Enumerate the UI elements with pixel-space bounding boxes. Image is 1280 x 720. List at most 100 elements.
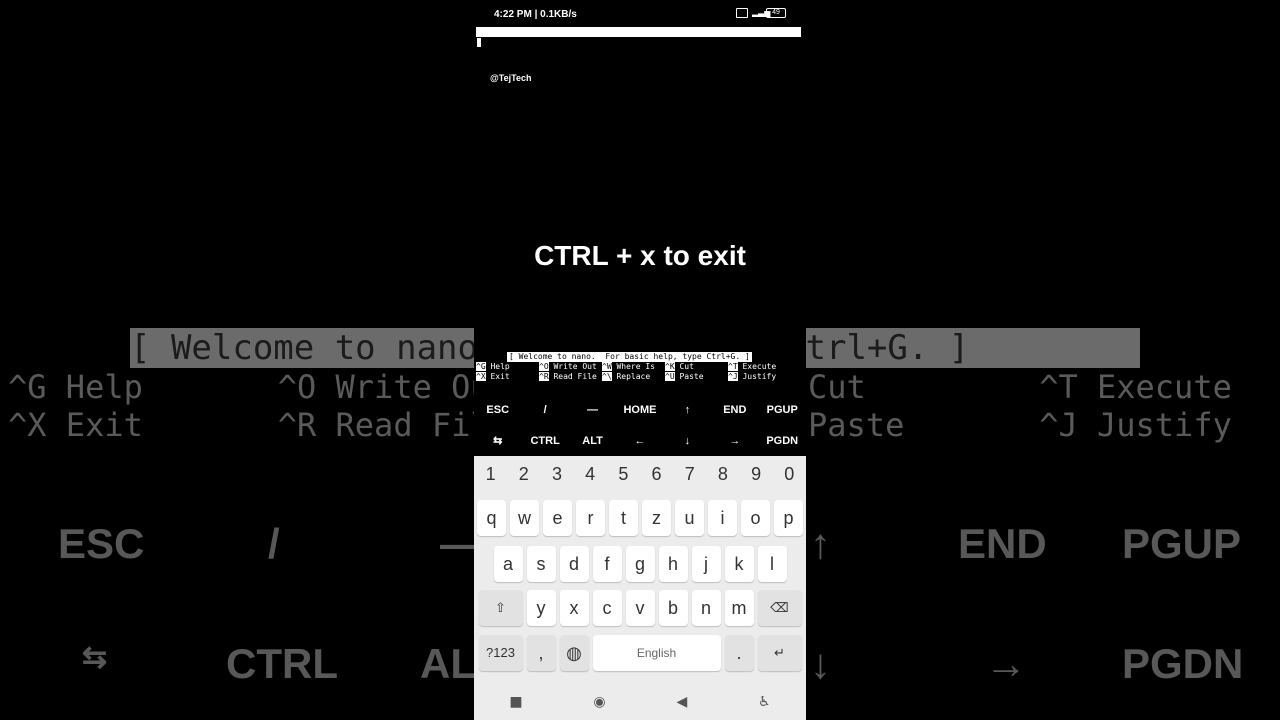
shortcut-write-out: ^O Write Out [539, 362, 597, 371]
key-9[interactable]: 9 [751, 464, 761, 485]
enter-icon[interactable]: ↵ [757, 635, 802, 671]
bg-key-pgup: PGUP [1122, 520, 1242, 567]
bg-key-up: ↑ [810, 520, 831, 567]
key-0[interactable]: 0 [784, 464, 794, 485]
key-j[interactable]: j [691, 546, 721, 582]
letter-row-3: ⇧ y x c v b n m ⌫ [474, 590, 806, 626]
key-4[interactable]: 4 [585, 464, 595, 485]
key-d[interactable]: d [559, 546, 589, 582]
sim-icon [736, 8, 748, 18]
key-i[interactable]: i [708, 500, 737, 536]
key-arrow-right[interactable]: → [711, 435, 758, 447]
key-l[interactable]: l [757, 546, 787, 582]
bg-key-tab: ⇆ [82, 641, 108, 674]
key-3[interactable]: 3 [552, 464, 562, 485]
key-t[interactable]: t [609, 500, 638, 536]
bottom-row: ?123 , ◍ English . ↵ [474, 635, 806, 671]
key-home[interactable]: HOME [616, 404, 663, 416]
spacebar[interactable]: English [592, 635, 721, 671]
bg-key-right: → [985, 640, 1027, 687]
key-ctrl[interactable]: CTRL [521, 435, 568, 447]
key-slash[interactable]: / [521, 404, 568, 416]
key-arrow-down[interactable]: ↓ [664, 435, 711, 447]
key-z[interactable]: z [642, 500, 671, 536]
shortcut-row: ^G Help ^O Write Out ^W Where Is ^K Cut … [476, 362, 806, 372]
key-r[interactable]: r [576, 500, 605, 536]
key-comma[interactable]: , [526, 635, 556, 671]
signal-icon: ▂▃▅ [752, 8, 771, 17]
key-y[interactable]: y [526, 590, 556, 626]
shortcut-replace: ^\ Replace [602, 372, 651, 381]
nano-version: GNU nano 7.1 [486, 37, 544, 46]
bg-key-esc: ESC [58, 520, 145, 567]
key-period[interactable]: . [724, 635, 754, 671]
shortcut-paste: ^U Paste [665, 372, 704, 381]
shortcut-row: ^X Exit ^R Read File ^\ Replace ^U Paste… [476, 372, 806, 382]
key-f[interactable]: f [592, 546, 622, 582]
key-arrow-left[interactable]: ← [616, 435, 663, 447]
status-time: 4:22 PM | 0.1KB/s [494, 9, 577, 20]
key-h[interactable]: h [658, 546, 688, 582]
key-tab[interactable]: ⇆ [474, 434, 521, 447]
recents-icon[interactable]: ■ [509, 694, 522, 710]
key-e[interactable]: e [543, 500, 572, 536]
key-q[interactable]: q [477, 500, 506, 536]
key-p[interactable]: p [774, 500, 803, 536]
bg-key-slash: / [268, 520, 280, 567]
bg-shortcuts-row2-left: ^X Exit ^R Read Fil [8, 406, 490, 444]
bg-shortcuts-row2-right: Paste ^J Justify [808, 406, 1232, 444]
key-w[interactable]: w [510, 500, 539, 536]
key-pgdn[interactable]: PGDN [759, 435, 806, 447]
symbols-key[interactable]: ?123 [478, 635, 523, 671]
bg-key-ctrl: CTRL [226, 640, 338, 687]
key-n[interactable]: n [691, 590, 721, 626]
number-row: 1 2 3 4 5 6 7 8 9 0 [474, 464, 806, 485]
key-m[interactable]: m [724, 590, 754, 626]
system-nav-bar: ■ ◉ ◀ ♿ [474, 684, 806, 720]
extra-keys-bar: ESC / — HOME ↑ END PGUP ⇆ CTRL ALT ← ↓ →… [474, 394, 806, 456]
key-v[interactable]: v [625, 590, 655, 626]
key-g[interactable]: g [625, 546, 655, 582]
bg-shortcuts-row1-left: ^G Help ^O Write Ou [8, 368, 490, 406]
key-b[interactable]: b [658, 590, 688, 626]
home-icon[interactable]: ◉ [593, 694, 605, 710]
key-2[interactable]: 2 [519, 464, 529, 485]
key-dash[interactable]: — [569, 404, 616, 416]
battery-icon: 49 [766, 8, 786, 18]
letter-row-2: a s d f g h j k l [474, 546, 806, 582]
key-a[interactable]: a [493, 546, 523, 582]
key-c[interactable]: c [592, 590, 622, 626]
key-5[interactable]: 5 [618, 464, 628, 485]
key-u[interactable]: u [675, 500, 704, 536]
shortcut-read-file: ^R Read File [539, 372, 597, 381]
key-arrow-up[interactable]: ↑ [664, 404, 711, 416]
bg-key-down: ↓ [810, 640, 831, 687]
key-s[interactable]: s [526, 546, 556, 582]
nano-title-bar: GNU nano 7.1 New Buffer [476, 27, 801, 56]
back-icon[interactable]: ◀ [676, 694, 687, 710]
phone-screen: 4:22 PM | 0.1KB/s ▂▃▅ 49 GNU nano 7.1 Ne… [474, 0, 806, 720]
key-6[interactable]: 6 [652, 464, 662, 485]
bg-key-alt: AL [420, 640, 476, 687]
key-8[interactable]: 8 [718, 464, 728, 485]
key-k[interactable]: k [724, 546, 754, 582]
key-o[interactable]: o [741, 500, 770, 536]
bg-shortcuts-row1-right: Cut ^T Execute [808, 368, 1232, 406]
key-1[interactable]: 1 [486, 464, 496, 485]
status-icons: ▂▃▅ 49 [736, 8, 786, 18]
shift-icon[interactable]: ⇧ [478, 590, 523, 626]
accessibility-icon[interactable]: ♿ [758, 694, 771, 710]
key-esc[interactable]: ESC [474, 404, 521, 416]
key-pgup[interactable]: PGUP [759, 404, 806, 416]
globe-icon[interactable]: ◍ [559, 635, 589, 671]
shortcut-execute: ^T Execute [728, 362, 777, 371]
key-end[interactable]: END [711, 404, 758, 416]
backspace-icon[interactable]: ⌫ [757, 590, 802, 626]
caption: CTRL + x to exit [534, 240, 746, 271]
bg-key-end: END [958, 520, 1047, 567]
key-alt[interactable]: ALT [569, 435, 616, 447]
shortcut-help: ^G Help [476, 362, 510, 371]
key-x[interactable]: x [559, 590, 589, 626]
soft-keyboard: 1 2 3 4 5 6 7 8 9 0 q w e r t z u i o p … [474, 456, 806, 720]
key-7[interactable]: 7 [685, 464, 695, 485]
